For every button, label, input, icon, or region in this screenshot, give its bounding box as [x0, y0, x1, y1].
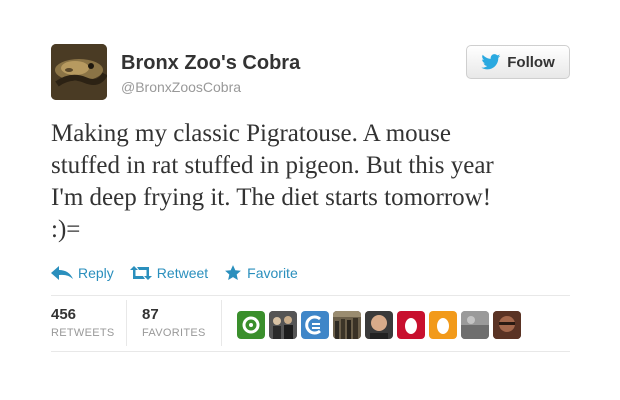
stat-separator — [126, 300, 127, 346]
favoriter-avatar[interactable] — [461, 311, 489, 339]
follow-button[interactable]: Follow — [466, 45, 570, 79]
screen-name[interactable]: @BronxZoosCobra — [121, 79, 241, 95]
favoriter-avatar[interactable] — [493, 311, 521, 339]
crowd-photo-avatar-icon — [333, 311, 361, 339]
stats-top-divider — [51, 295, 570, 296]
favoriter-avatar[interactable] — [269, 311, 297, 339]
default-egg-avatar-icon — [405, 318, 417, 334]
retweet-count: 456 — [51, 306, 77, 323]
favoriter-avatar[interactable] — [237, 311, 265, 339]
retweet-action[interactable]: Retweet — [129, 265, 209, 281]
retweet-icon — [129, 266, 152, 280]
default-egg-avatar-icon — [437, 318, 449, 334]
reply-arrow-icon — [51, 266, 73, 280]
stats-bottom-divider — [51, 351, 570, 352]
twitter-bird-icon — [481, 54, 501, 70]
favoriter-avatar[interactable] — [333, 311, 361, 339]
favorite-action[interactable]: Favorite — [224, 264, 298, 282]
favorite-count: 87 — [142, 306, 159, 323]
favoriter-avatar[interactable] — [397, 311, 425, 339]
user-avatar[interactable] — [51, 44, 107, 100]
reply-action[interactable]: Reply — [51, 265, 114, 281]
display-name[interactable]: Bronx Zoo's Cobra — [121, 52, 300, 75]
man-photo-avatar-icon — [365, 311, 393, 339]
retweet-label: Retweet — [156, 265, 209, 281]
gray-photo-avatar-icon — [461, 311, 489, 339]
group-photo-avatar-icon — [269, 311, 297, 339]
tweet-text: Making my classic Pigratouse. A mouse st… — [51, 120, 494, 243]
favoriter-avatars — [237, 311, 521, 339]
cobra-photo-icon — [51, 44, 107, 100]
retweet-stat-label: RETWEETS — [51, 327, 115, 339]
star-icon — [225, 265, 242, 280]
favorite-label: Favorite — [247, 265, 298, 281]
favoriter-avatar[interactable] — [301, 311, 329, 339]
favorite-stat[interactable]: 87 FAVORITES — [142, 306, 206, 339]
retweet-stat[interactable]: 456 RETWEETS — [51, 306, 115, 339]
blue-logo-avatar-icon — [305, 315, 321, 335]
favoriter-avatar[interactable] — [429, 311, 457, 339]
follow-label: Follow — [507, 53, 555, 71]
reply-label: Reply — [78, 265, 114, 281]
green-circle-avatar-icon — [242, 316, 260, 334]
embedded-tweet: Bronx Zoo's Cobra @BronxZoosCobra Follow… — [0, 0, 620, 400]
favorite-stat-label: FAVORITES — [142, 327, 206, 339]
tweet-actions: Reply Retweet Favorite — [51, 263, 298, 283]
favoriter-avatar[interactable] — [365, 311, 393, 339]
brown-photo-avatar-icon — [493, 311, 521, 339]
stat-separator — [221, 300, 222, 346]
